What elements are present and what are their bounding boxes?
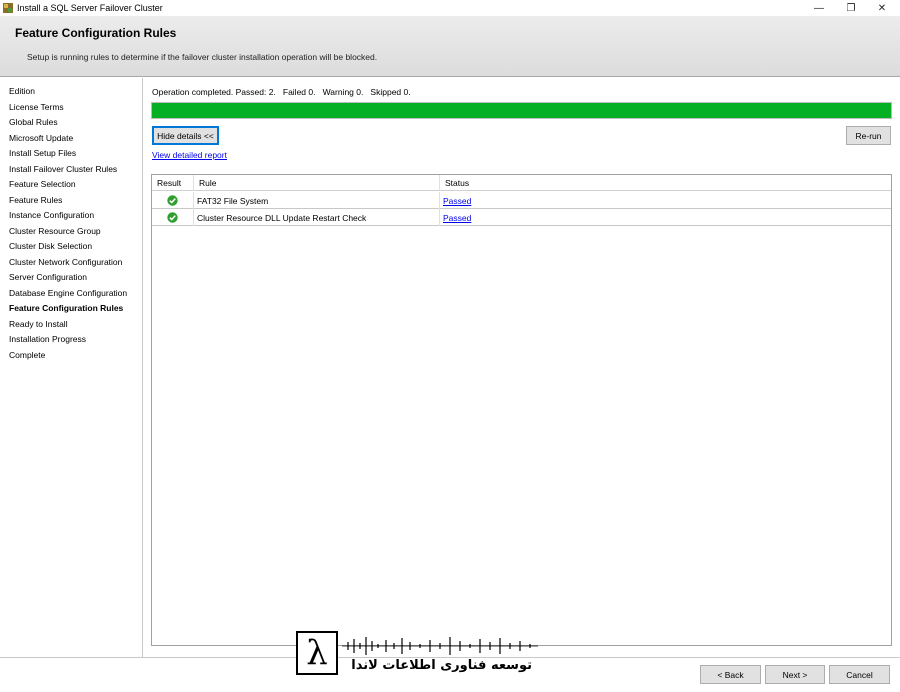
operation-status: Operation completed. Passed: 2. Failed 0…	[152, 87, 411, 97]
sidebar-item-database-engine-configuration[interactable]: Database Engine Configuration	[9, 288, 127, 298]
status-cell: Passed	[440, 192, 891, 209]
sidebar-item-complete[interactable]: Complete	[9, 350, 45, 360]
sidebar-item-cluster-disk-selection[interactable]: Cluster Disk Selection	[9, 241, 92, 251]
sidebar-item-install-setup-files[interactable]: Install Setup Files	[9, 148, 76, 158]
sidebar-item-ready-to-install[interactable]: Ready to Install	[9, 319, 68, 329]
page-subtitle: Setup is running rules to determine if t…	[27, 52, 378, 62]
passed-check-icon	[167, 195, 178, 206]
status-passed-link[interactable]: Passed	[443, 196, 471, 206]
sidebar-item-feature-rules[interactable]: Feature Rules	[9, 195, 62, 205]
table-row[interactable]: FAT32 File System Passed	[152, 192, 891, 209]
passed-check-icon	[167, 212, 178, 223]
maximize-button[interactable]: ❐	[834, 0, 868, 16]
sidebar-item-cluster-network-configuration[interactable]: Cluster Network Configuration	[9, 257, 122, 267]
page-title: Feature Configuration Rules	[15, 26, 177, 40]
sidebar-item-license-terms[interactable]: License Terms	[9, 102, 64, 112]
column-header-rule[interactable]: Rule	[194, 175, 440, 191]
sidebar-item-edition[interactable]: Edition	[9, 86, 35, 96]
sidebar-item-microsoft-update[interactable]: Microsoft Update	[9, 133, 73, 143]
sidebar-item-instance-configuration[interactable]: Instance Configuration	[9, 210, 94, 220]
column-header-result[interactable]: Result	[152, 175, 194, 191]
progress-fill	[152, 103, 891, 118]
setup-app-icon	[3, 3, 13, 13]
sidebar-item-server-configuration[interactable]: Server Configuration	[9, 272, 87, 282]
watermark-logo: λ توسعه فناوری اطلاعات لاندا	[296, 631, 546, 677]
sidebar-item-cluster-resource-group[interactable]: Cluster Resource Group	[9, 226, 101, 236]
rule-cell: Cluster Resource DLL Update Restart Chec…	[194, 209, 440, 226]
hide-details-button[interactable]: Hide details <<	[152, 126, 219, 145]
cancel-button[interactable]: Cancel	[829, 665, 890, 684]
progress-bar	[151, 102, 892, 119]
sidebar-item-installation-progress[interactable]: Installation Progress	[9, 334, 86, 344]
close-window-button[interactable]: ✕	[865, 0, 899, 16]
back-button[interactable]: < Back	[700, 665, 761, 684]
rules-table: Result Rule Status FAT32 File System Pass…	[151, 174, 892, 646]
sidebar-item-global-rules[interactable]: Global Rules	[9, 117, 58, 127]
sidebar-item-install-failover-cluster-rules[interactable]: Install Failover Cluster Rules	[9, 164, 117, 174]
rule-cell: FAT32 File System	[194, 192, 440, 209]
main-content: Operation completed. Passed: 2. Failed 0…	[144, 78, 900, 657]
sidebar-item-feature-configuration-rules[interactable]: Feature Configuration Rules	[9, 303, 123, 313]
watermark-text: توسعه فناوری اطلاعات لاندا	[351, 658, 532, 673]
next-button[interactable]: Next >	[765, 665, 825, 684]
minimize-icon: —	[814, 2, 824, 14]
column-header-status[interactable]: Status	[440, 175, 891, 191]
setup-steps-sidebar: Edition License Terms Global Rules Microsof…	[0, 78, 143, 657]
sidebar-item-feature-selection[interactable]: Feature Selection	[9, 179, 76, 189]
lambda-logo-icon: λ	[296, 631, 338, 675]
status-cell: Passed	[440, 209, 891, 226]
window-title: Install a SQL Server Failover Cluster	[17, 3, 163, 13]
result-cell	[152, 192, 194, 209]
result-cell	[152, 209, 194, 226]
rerun-button[interactable]: Re-run	[846, 126, 891, 145]
restore-icon: ❐	[846, 2, 856, 14]
status-passed-link[interactable]: Passed	[443, 213, 471, 223]
table-row[interactable]: Cluster Resource DLL Update Restart Chec…	[152, 209, 891, 226]
soundwave-icon	[342, 637, 538, 655]
title-bar: Install a SQL Server Failover Cluster — …	[0, 0, 900, 16]
view-detailed-report-link[interactable]: View detailed report	[152, 150, 227, 160]
minimize-button[interactable]: —	[802, 0, 836, 16]
close-icon: ✕	[877, 2, 887, 14]
page-header: Feature Configuration Rules Setup is run…	[0, 16, 900, 77]
